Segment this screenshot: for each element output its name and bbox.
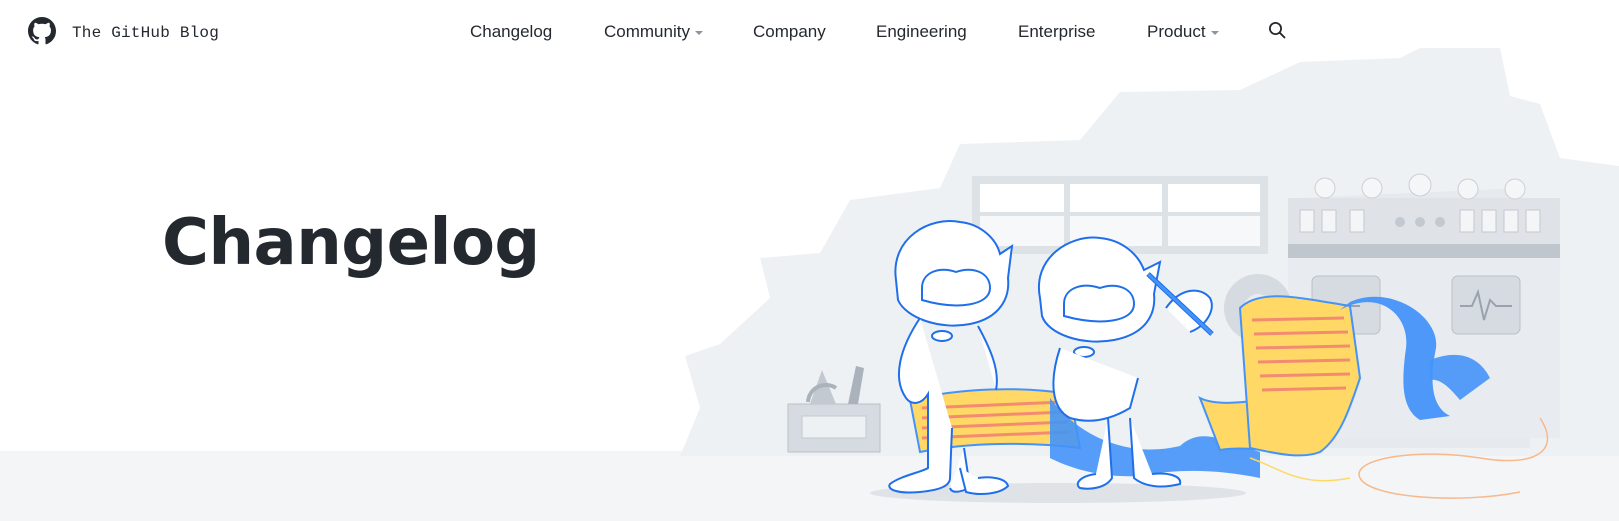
search-icon[interactable] (1268, 21, 1286, 44)
nav-item-changelog[interactable]: Changelog (470, 20, 552, 44)
site-header: The GitHub Blog Changelog Community Comp… (0, 0, 1619, 64)
page: The GitHub Blog Changelog Community Comp… (0, 0, 1619, 521)
hero-illustration (660, 48, 1619, 513)
window-graphic (972, 176, 1268, 254)
chevron-down-icon (694, 31, 703, 35)
nav-item-label: Engineering (876, 22, 967, 41)
nav-item-label: Community (604, 22, 690, 41)
nav-item-label: Company (753, 22, 826, 41)
github-octocat-icon (28, 17, 56, 45)
chevron-down-icon (1210, 31, 1219, 35)
nav-item-label: Product (1147, 22, 1206, 41)
page-title: Changelog (162, 206, 540, 280)
brand-name: The GitHub Blog (72, 24, 220, 42)
nav-item-label: Changelog (470, 22, 553, 41)
nav-item-community[interactable]: Community (604, 20, 703, 44)
brand-link[interactable]: The GitHub Blog (28, 17, 219, 45)
nav-item-enterprise[interactable]: Enterprise (1018, 20, 1095, 44)
nav-item-label: Enterprise (1018, 22, 1096, 41)
nav-item-product[interactable]: Product (1147, 20, 1219, 44)
nav-item-engineering[interactable]: Engineering (876, 20, 967, 44)
nav-item-company[interactable]: Company (753, 20, 826, 44)
